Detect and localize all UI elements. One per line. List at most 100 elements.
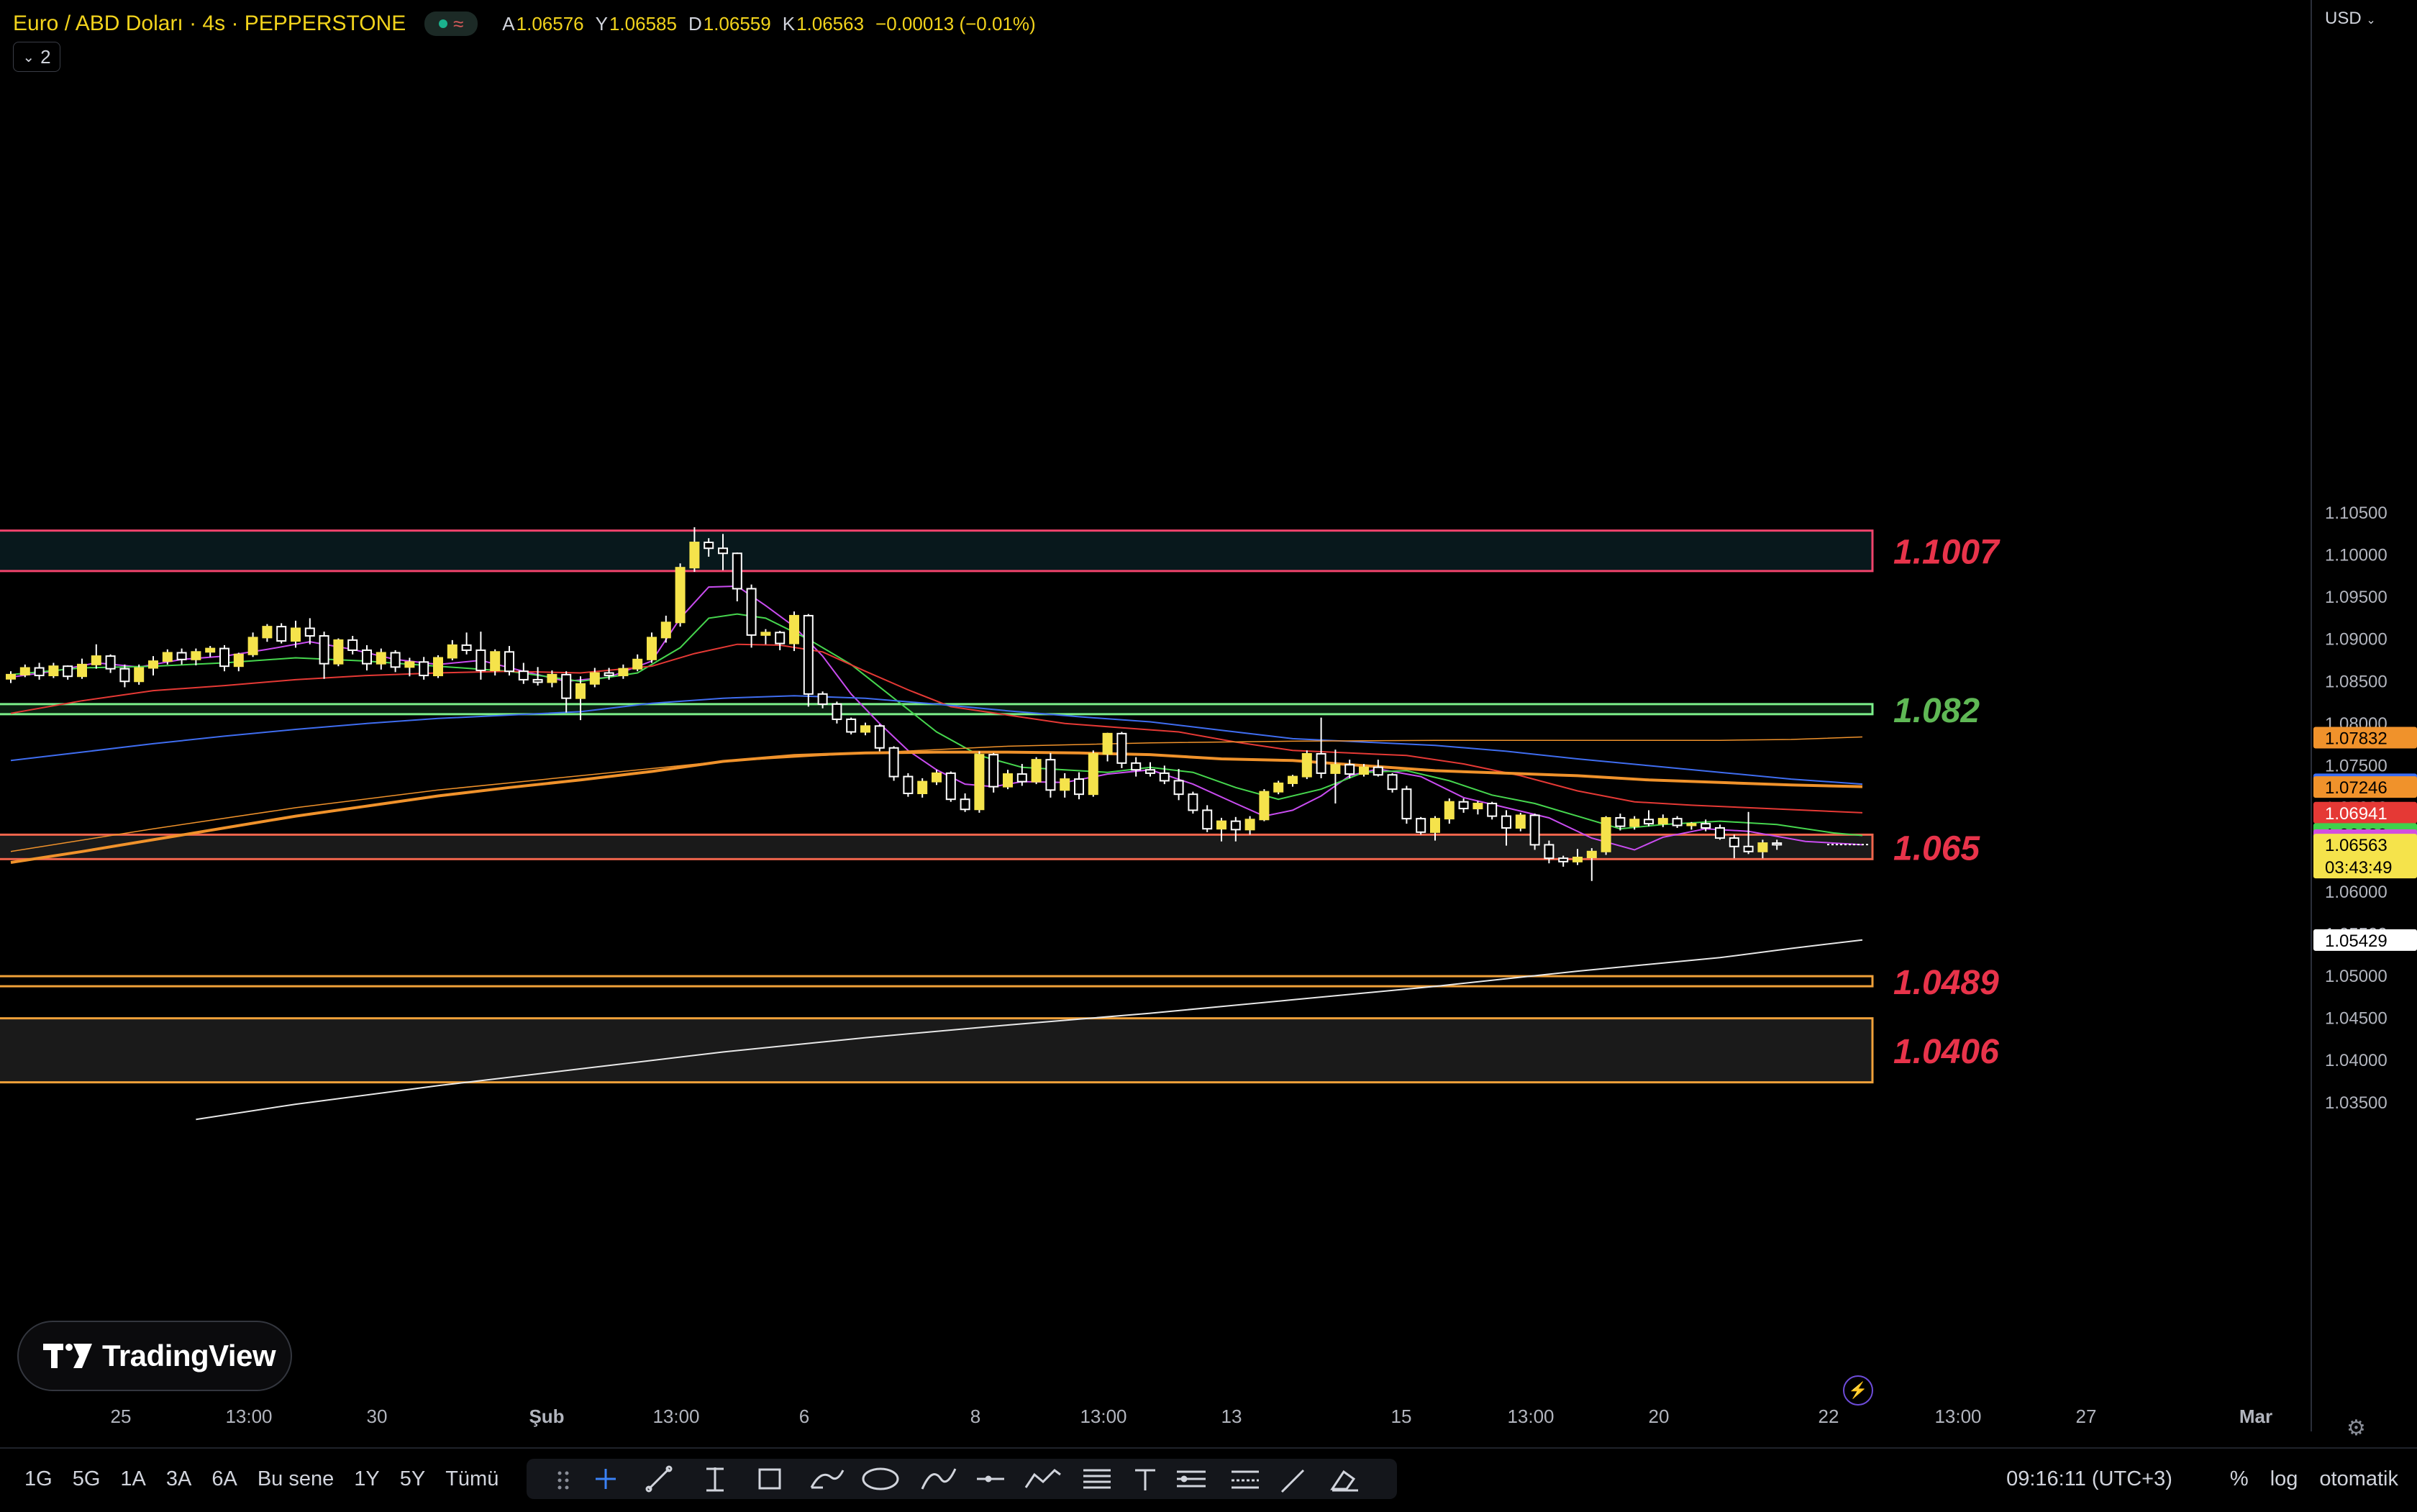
candle-body	[874, 725, 885, 749]
zone-rect[interactable]	[0, 1017, 1874, 1084]
path-icon[interactable]	[1024, 1469, 1061, 1488]
range-button-6m[interactable]: 6A	[211, 1459, 237, 1499]
candle	[333, 638, 344, 667]
candle-body	[1743, 845, 1754, 852]
candle	[1288, 775, 1298, 787]
candle-body	[77, 663, 87, 678]
candle-body	[1487, 803, 1498, 817]
candle-body	[48, 665, 59, 677]
ohlc-close: K1.06563	[782, 12, 865, 35]
range-button-1m[interactable]: 1A	[120, 1459, 145, 1499]
candle-body	[475, 649, 486, 672]
trend-line-icon[interactable]	[645, 1465, 673, 1493]
fib-retracement-icon[interactable]	[1083, 1469, 1111, 1489]
time-axis[interactable]: 25 13:00 30 Şub 13:00 6 8 13:00 13 15 13:00 20 22 13:…	[0, 1403, 2311, 1431]
range-button-1d[interactable]: 1G	[24, 1459, 53, 1499]
candle-body	[1145, 769, 1155, 774]
range-button-1y[interactable]: 1Y	[354, 1459, 379, 1499]
candle-body	[1430, 818, 1440, 833]
chart-settings-gear-icon[interactable]: ⚙	[2347, 1416, 2366, 1441]
range-button-all[interactable]: Tümü	[445, 1459, 499, 1499]
time-axis-labels: 25 13:00 30 Şub 13:00 6 8 13:00 13 15 13:00 20 22 13:…	[111, 1406, 2273, 1427]
zone-rect[interactable]	[0, 529, 1874, 573]
candle	[447, 639, 458, 660]
candle	[1031, 757, 1042, 785]
percent-toggle[interactable]: %	[2230, 1467, 2249, 1491]
candle	[433, 655, 443, 678]
price-chart[interactable]: 1.1007 1.082 1.065 1.0489 1.0406	[0, 0, 2311, 1403]
parallel-channel-icon[interactable]	[1232, 1470, 1259, 1489]
range-button-ytd[interactable]: Bu sene	[258, 1459, 334, 1499]
price-badge: 1.05429	[2313, 929, 2417, 951]
ohlc-change: −0.00013 (−0.01%)	[875, 12, 1036, 35]
curve-icon[interactable]	[921, 1468, 957, 1490]
candle	[732, 552, 742, 602]
candle-body	[19, 667, 30, 675]
zone-rect[interactable]	[0, 703, 1874, 716]
lightning-icon[interactable]: ⚡	[1843, 1375, 1873, 1406]
candle-body	[63, 665, 73, 678]
pen-icon[interactable]	[1280, 1469, 1305, 1493]
time-tick-label: 20	[1649, 1406, 1670, 1427]
candle-body	[960, 798, 970, 811]
candle	[1472, 801, 1483, 815]
zone-label: 1.065	[1893, 829, 1980, 867]
indicators-toggle-button[interactable]: ⌄ 2	[13, 42, 60, 72]
price-badge-label: 1.07832	[2325, 729, 2388, 748]
candle	[1301, 750, 1312, 780]
price-badge: 1.07246	[2313, 776, 2417, 798]
tradingview-mark-icon	[43, 1344, 92, 1368]
vertical-line-icon[interactable]	[706, 1467, 724, 1492]
range-button-5d[interactable]: 5G	[73, 1459, 101, 1499]
candle-body	[1601, 816, 1611, 852]
candle	[1273, 780, 1284, 795]
candle	[647, 632, 657, 663]
range-button-3m[interactable]: 3A	[166, 1459, 191, 1499]
candle-body	[119, 668, 130, 683]
candle	[134, 664, 145, 685]
price-axis[interactable]: USD ⌄ 1.10500 1.10000 1.09500 1.09000 1.0850…	[2311, 0, 2417, 1431]
candle-body	[1772, 842, 1783, 846]
candle-body	[1416, 818, 1426, 833]
pitchfork-icon[interactable]	[1177, 1470, 1206, 1488]
market-status-pill[interactable]: ≈	[424, 12, 478, 36]
candle-body	[1259, 791, 1270, 821]
wave-icon: ≈	[453, 13, 464, 35]
candle-body	[1102, 732, 1113, 755]
clock-timezone[interactable]: 09:16:11 (UTC+3)	[2006, 1467, 2172, 1491]
candle	[660, 615, 671, 643]
brush-icon[interactable]	[810, 1470, 845, 1489]
price-tick-label: 1.05000	[2325, 967, 2388, 986]
candle	[746, 584, 757, 648]
price-tick-label: 1.08500	[2325, 672, 2388, 691]
candle	[618, 664, 629, 679]
candle	[832, 701, 842, 724]
eraser-icon[interactable]	[1330, 1470, 1358, 1492]
symbol-title[interactable]: Euro / ABD Doları · 4s · PEPPERSTONE	[13, 12, 406, 36]
candle	[1188, 791, 1198, 814]
tradingview-logo[interactable]: TradingView	[17, 1321, 292, 1391]
time-tick-label: 13:00	[652, 1406, 699, 1427]
candle-body	[447, 644, 458, 659]
crosshair-icon[interactable]	[596, 1469, 616, 1489]
symbol-header: Euro / ABD Doları · 4s · PEPPERSTONE ≈ A…	[13, 7, 1036, 40]
horizontal-ray-icon[interactable]	[977, 1475, 1004, 1483]
candle-body	[1529, 814, 1540, 846]
time-tick-label: 15	[1391, 1406, 1412, 1427]
text-tool-icon[interactable]	[1135, 1469, 1155, 1490]
candle-body	[134, 667, 145, 683]
auto-scale-toggle[interactable]: otomatik	[2319, 1467, 2398, 1491]
zone-rect[interactable]	[0, 975, 1874, 988]
log-toggle[interactable]: log	[2270, 1467, 2298, 1491]
candle	[504, 646, 514, 676]
rectangle-icon[interactable]	[758, 1468, 781, 1490]
candle-body	[1173, 780, 1184, 796]
price-badge: 1.06941	[2313, 801, 2417, 824]
ellipse-icon[interactable]	[862, 1467, 899, 1490]
range-button-5y[interactable]: 5Y	[400, 1459, 425, 1499]
drag-handle-icon[interactable]	[557, 1471, 569, 1490]
candle-body	[390, 652, 401, 668]
time-tick-label: 13	[1221, 1406, 1242, 1427]
time-tick-label: 13:00	[225, 1406, 272, 1427]
candle-body	[1301, 752, 1312, 778]
